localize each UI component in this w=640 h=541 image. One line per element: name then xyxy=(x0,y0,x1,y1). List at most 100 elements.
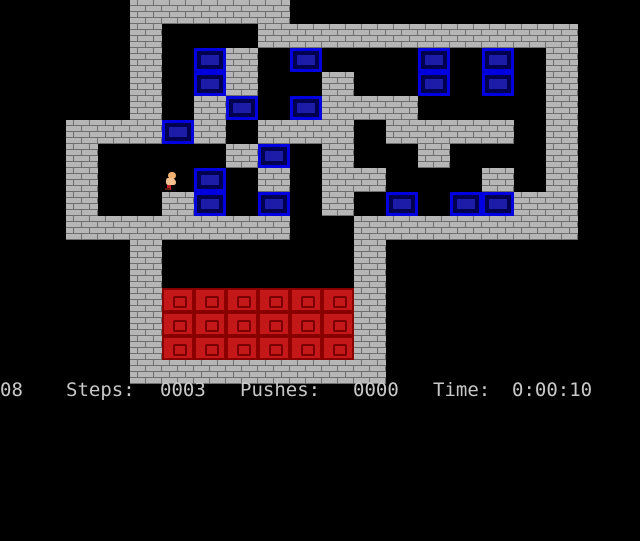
goal-tile xyxy=(194,312,226,336)
wall-tile xyxy=(258,24,290,48)
wall-tile xyxy=(258,216,290,240)
goal-tile xyxy=(322,312,354,336)
pushes-label: Pushes: xyxy=(240,379,321,401)
wall-tile xyxy=(354,24,386,48)
wall-tile xyxy=(386,216,418,240)
wall-tile xyxy=(290,120,322,144)
wall-tile xyxy=(98,216,130,240)
wall-tile xyxy=(482,216,514,240)
wall-tile xyxy=(66,192,98,216)
goal-tile xyxy=(226,336,258,360)
wall-tile xyxy=(386,120,418,144)
wall-tile xyxy=(162,192,194,216)
wall-tile xyxy=(482,120,514,144)
goal-tile xyxy=(162,312,194,336)
wall-tile xyxy=(354,288,386,312)
wall-tile xyxy=(450,24,482,48)
wall-tile xyxy=(66,144,98,168)
wall-tile xyxy=(546,96,578,120)
wall-tile xyxy=(66,216,98,240)
wall-tile xyxy=(546,216,578,240)
wall-tile xyxy=(162,0,194,24)
wall-tile xyxy=(354,96,386,120)
goal-tile xyxy=(258,312,290,336)
wall-tile xyxy=(418,216,450,240)
wall-tile xyxy=(386,24,418,48)
wall-tile xyxy=(322,96,354,120)
wall-tile xyxy=(322,144,354,168)
game-board[interactable] xyxy=(0,0,640,384)
wall-tile xyxy=(194,120,226,144)
wall-tile xyxy=(418,120,450,144)
wall-tile xyxy=(546,168,578,192)
wall-tile xyxy=(418,24,450,48)
crate[interactable] xyxy=(418,48,450,72)
wall-tile xyxy=(130,336,162,360)
steps-value: 0003 xyxy=(160,379,206,401)
player-character[interactable] xyxy=(156,168,188,192)
crate[interactable] xyxy=(162,120,194,144)
wall-tile xyxy=(322,168,354,192)
wall-tile xyxy=(194,216,226,240)
goal-tile xyxy=(226,288,258,312)
wall-tile xyxy=(130,240,162,264)
wall-tile xyxy=(354,168,386,192)
goal-tile xyxy=(290,336,322,360)
wall-tile xyxy=(258,168,290,192)
wall-tile xyxy=(322,72,354,96)
wall-tile xyxy=(98,120,130,144)
wall-tile xyxy=(322,192,354,216)
wall-tile xyxy=(546,120,578,144)
goal-tile xyxy=(322,336,354,360)
crate[interactable] xyxy=(226,96,258,120)
crate[interactable] xyxy=(194,48,226,72)
wall-tile xyxy=(130,120,162,144)
goal-tile xyxy=(290,312,322,336)
wall-tile xyxy=(386,96,418,120)
wall-tile xyxy=(130,48,162,72)
wall-tile xyxy=(194,96,226,120)
wall-tile xyxy=(130,72,162,96)
wall-tile xyxy=(258,0,290,24)
player-body xyxy=(166,178,176,185)
wall-tile xyxy=(130,216,162,240)
crate[interactable] xyxy=(194,72,226,96)
wall-tile xyxy=(354,312,386,336)
wall-tile xyxy=(130,288,162,312)
goal-tile xyxy=(258,288,290,312)
goal-tile xyxy=(322,288,354,312)
crate[interactable] xyxy=(482,192,514,216)
goal-tile xyxy=(258,336,290,360)
wall-tile xyxy=(226,144,258,168)
wall-tile xyxy=(226,0,258,24)
wall-tile xyxy=(258,120,290,144)
crate[interactable] xyxy=(194,168,226,192)
wall-tile xyxy=(514,192,546,216)
crate[interactable] xyxy=(482,48,514,72)
goal-tile xyxy=(226,312,258,336)
crate[interactable] xyxy=(450,192,482,216)
status-bar: 08 Steps: 0003 Pushes: 0000 Time: 0:00:1… xyxy=(0,380,640,400)
wall-tile xyxy=(450,216,482,240)
crate[interactable] xyxy=(290,48,322,72)
crate[interactable] xyxy=(290,96,322,120)
crate[interactable] xyxy=(418,72,450,96)
wall-tile xyxy=(546,72,578,96)
time-value: 0:00:10 xyxy=(512,379,593,401)
wall-tile xyxy=(546,144,578,168)
wall-tile xyxy=(130,0,162,24)
crate[interactable] xyxy=(258,144,290,168)
goal-tile xyxy=(194,288,226,312)
crate[interactable] xyxy=(386,192,418,216)
wall-tile xyxy=(514,24,546,48)
wall-tile xyxy=(322,120,354,144)
wall-tile xyxy=(130,264,162,288)
crate[interactable] xyxy=(194,192,226,216)
wall-tile xyxy=(226,216,258,240)
wall-tile xyxy=(450,120,482,144)
crate[interactable] xyxy=(258,192,290,216)
wall-tile xyxy=(66,168,98,192)
crate[interactable] xyxy=(482,72,514,96)
wall-tile xyxy=(290,24,322,48)
wall-tile xyxy=(354,240,386,264)
